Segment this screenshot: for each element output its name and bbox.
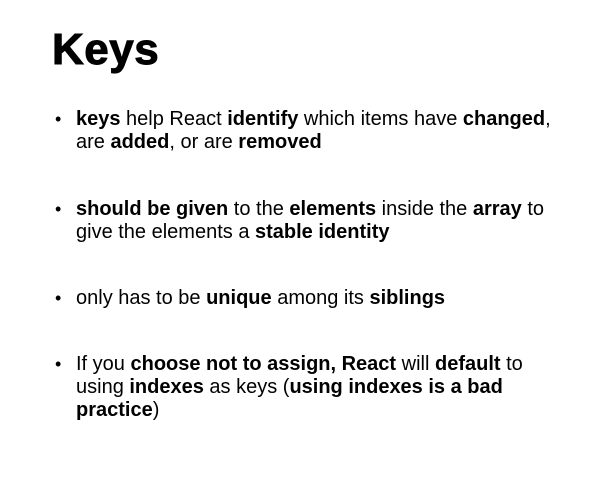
- bullet-text-bold: default: [434, 353, 501, 375]
- bullet-text: will: [396, 353, 435, 375]
- bullet-text-bold: changed: [462, 108, 546, 130]
- bullet-text: , or are: [169, 131, 239, 153]
- bullet-text: ): [152, 399, 160, 421]
- bullet-text-bold: indexes: [129, 376, 204, 398]
- bullet-item: should be given to the elements inside t…: [55, 198, 576, 244]
- bullet-text: help React: [120, 108, 228, 130]
- bullet-text-bold: stable identity: [255, 221, 390, 243]
- bullet-text-bold: keys: [76, 108, 121, 130]
- bullet-text: among its: [271, 287, 370, 309]
- bullet-text-bold: unique: [206, 287, 272, 309]
- bullet-text: which items have: [298, 108, 463, 130]
- bullet-text: If you: [76, 353, 131, 375]
- bullet-text-bold: array: [472, 198, 522, 220]
- slide: Keys keys help React identify which item…: [0, 0, 614, 481]
- bullet-text: inside the: [376, 198, 473, 220]
- bullet-text-bold: removed: [238, 131, 322, 153]
- bullet-text-bold: added: [110, 131, 170, 153]
- bullet-item: keys help React identify which items hav…: [55, 108, 576, 154]
- bullet-text: only has to be: [76, 287, 207, 309]
- bullet-text-bold: identify: [227, 108, 299, 130]
- bullet-item: only has to be unique among its siblings: [55, 287, 576, 310]
- slide-title: Keys: [51, 25, 160, 75]
- bullet-text-bold: should be given: [76, 198, 229, 220]
- bullet-text: as keys (: [203, 376, 290, 398]
- bullet-item: If you choose not to assign, React will …: [55, 353, 576, 422]
- bullet-text-bold: elements: [289, 198, 377, 220]
- bullet-text: to the: [228, 198, 290, 220]
- bullet-text-bold: choose not to assign, React: [130, 353, 397, 375]
- bullet-text-bold: siblings: [369, 287, 446, 309]
